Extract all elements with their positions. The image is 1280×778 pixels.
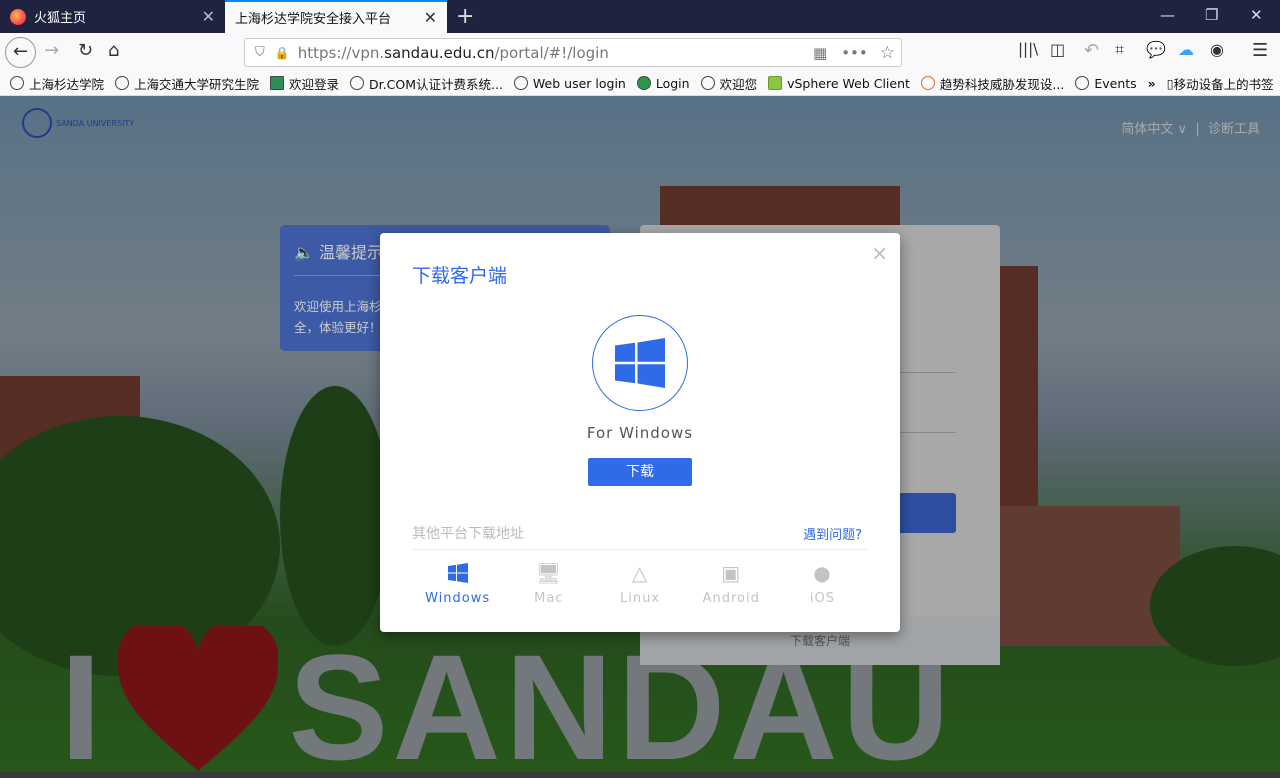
windows-icon xyxy=(447,563,468,583)
sidebar-icon[interactable]: ◫ xyxy=(1050,40,1065,59)
mac-icon: 🖥 xyxy=(535,561,562,585)
globe-icon xyxy=(700,76,715,90)
linux-icon: △ xyxy=(631,561,649,585)
android-icon: ▣ xyxy=(721,561,742,585)
platform-ios[interactable]: ● iOS xyxy=(777,561,868,606)
menu-icon[interactable]: ☰ xyxy=(1252,40,1268,61)
nav-bar: ← → ↻ ⌂ ⛉ 🔒 https://vpn. sandau.edu.cn/po… xyxy=(0,33,1280,71)
tab-vpn[interactable]: 上海杉达学院安全接入平台 ✕ xyxy=(225,0,447,33)
bookmark[interactable]: 欢迎登录 xyxy=(270,74,339,93)
university-logo: SANDA UNIVERSITY xyxy=(22,108,134,138)
bookmark[interactable]: vSphere Web Client xyxy=(768,76,910,91)
chat-icon[interactable]: 💬 xyxy=(1146,40,1166,59)
tab-bar: 火狐主页 ✕ 上海杉达学院安全接入平台 ✕ + — ❐ ✕ xyxy=(0,0,1280,33)
shield-icon: ⛉ xyxy=(255,45,265,60)
close-tab-icon[interactable]: ✕ xyxy=(424,8,437,27)
platform-linux[interactable]: △ Linux xyxy=(594,561,685,606)
bookmark-icon xyxy=(115,76,130,90)
bookmark-icon xyxy=(270,76,285,90)
minimize-button[interactable]: — xyxy=(1160,6,1175,24)
language-select[interactable]: 简体中文 ∨ xyxy=(1121,122,1187,137)
bookmark-icon xyxy=(920,76,935,90)
back-button[interactable]: ← xyxy=(5,37,36,68)
new-tab-button[interactable]: + xyxy=(456,4,474,29)
apple-icon: ● xyxy=(813,561,832,585)
more-icon[interactable]: ••• xyxy=(841,44,868,62)
url-bar[interactable]: ⛉ 🔒 https://vpn. sandau.edu.cn/portal/#!/… xyxy=(244,38,902,67)
download-client-modal: × 下载客户端 For Windows 下载 其他平台下载地址 遇到问题? Wi… xyxy=(380,233,900,632)
platform-android[interactable]: ▣ Android xyxy=(686,561,777,606)
globe-icon xyxy=(1075,76,1090,90)
windows-logo-circle xyxy=(592,315,688,411)
lock-icon: 🔒 xyxy=(274,45,290,60)
undo-icon[interactable]: ↶ xyxy=(1084,40,1099,61)
bookmark[interactable]: Dr.COM认证计费系统... xyxy=(350,74,503,93)
bookmark[interactable]: Login xyxy=(636,76,690,91)
download-button[interactable]: 下载 xyxy=(588,458,692,486)
close-tab-icon[interactable]: ✕ xyxy=(202,7,215,26)
diagnostics-link[interactable]: 诊断工具 xyxy=(1208,122,1260,137)
windows-icon xyxy=(615,338,665,388)
more-bookmarks-icon[interactable]: » xyxy=(1148,76,1156,91)
globe-icon xyxy=(350,76,365,90)
close-icon[interactable]: × xyxy=(871,241,888,265)
forward-button[interactable]: → xyxy=(44,40,59,61)
bookmark[interactable]: 趋势科技威胁发现设... xyxy=(920,74,1064,93)
star-icon[interactable]: ☆ xyxy=(880,43,895,63)
firefox-icon xyxy=(10,8,26,25)
crop-icon[interactable]: ⌗ xyxy=(1115,40,1124,60)
platform-mac[interactable]: 🖥 Mac xyxy=(503,561,594,606)
bookmark[interactable]: 上海杉达学院 xyxy=(10,74,104,93)
bookmark-icon xyxy=(636,76,651,90)
library-icon[interactable]: |||\ xyxy=(1018,40,1038,58)
modal-title: 下载客户端 xyxy=(412,265,508,287)
platform-label: For Windows xyxy=(586,424,694,442)
tab-firefox-home[interactable]: 火狐主页 ✕ xyxy=(0,0,225,33)
bookmark[interactable]: Web user login xyxy=(513,76,626,91)
bookmark[interactable]: Events xyxy=(1075,76,1137,91)
bookmark-icon xyxy=(10,76,24,90)
qr-code-icon[interactable]: ▦ xyxy=(813,44,827,62)
bookmarks-bar: 上海杉达学院 上海交通大学研究生院 欢迎登录 Dr.COM认证计费系统... W… xyxy=(0,71,1280,96)
account-icon[interactable]: ◉ xyxy=(1210,40,1224,59)
taskbar xyxy=(0,772,1280,778)
close-window-button[interactable]: ✕ xyxy=(1250,6,1263,24)
bookmark[interactable]: 欢迎您 xyxy=(700,74,757,93)
speaker-icon: 🔈 xyxy=(294,243,314,262)
cloud-icon[interactable]: ☁ xyxy=(1178,40,1194,59)
vsphere-icon xyxy=(768,76,783,90)
platform-windows[interactable]: Windows xyxy=(412,561,503,606)
reload-button[interactable]: ↻ xyxy=(78,40,93,61)
mobile-bookmarks[interactable]: ▯ 移动设备上的书签 xyxy=(1167,74,1274,93)
divider xyxy=(412,549,868,550)
bookmark[interactable]: 上海交通大学研究生院 xyxy=(115,74,259,93)
globe-icon xyxy=(513,76,528,90)
other-platforms-label: 其他平台下载地址 xyxy=(412,526,524,542)
home-button[interactable]: ⌂ xyxy=(108,40,119,61)
restore-button[interactable]: ❐ xyxy=(1205,6,1218,24)
problem-link[interactable]: 遇到问题? xyxy=(803,524,862,543)
